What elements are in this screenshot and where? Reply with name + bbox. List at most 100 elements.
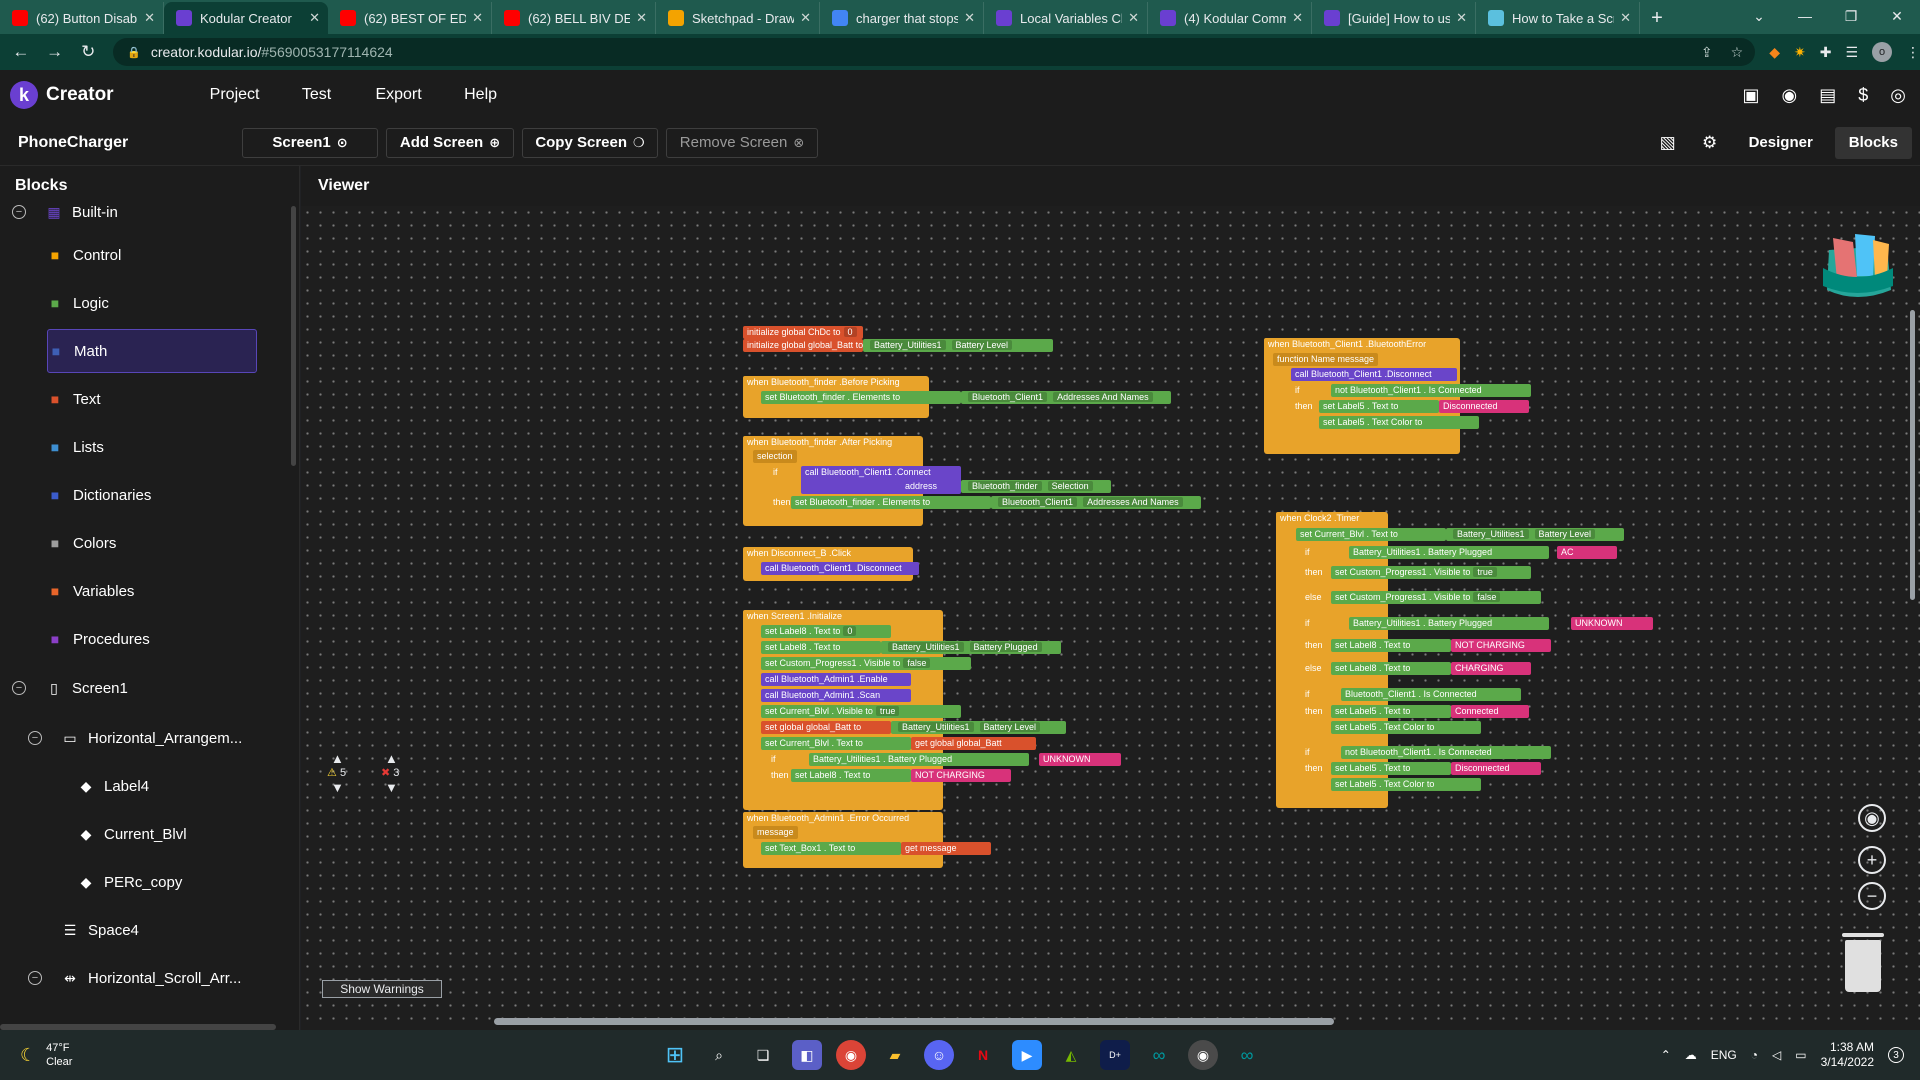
ac-string-block[interactable]: AC <box>1557 546 1617 559</box>
battery-plugged-compare[interactable]: Battery_Utilities1 . Battery Plugged <box>809 753 1029 766</box>
category-item[interactable]: ■ Procedures <box>47 617 257 661</box>
tree-item-scroll[interactable]: − ⇹ Horizontal_Scroll_Arr... <box>28 956 278 1000</box>
menu-project[interactable]: Project <box>194 86 276 104</box>
tree-item-screen1[interactable]: − ▯ Screen1 <box>12 666 252 710</box>
unknown-string-block[interactable]: UNKNOWN <box>1571 617 1653 630</box>
category-item[interactable]: ■ Control <box>47 233 257 277</box>
workspace-vertical-scrollbar[interactable] <box>1910 310 1915 600</box>
discord-icon[interactable]: ☺ <box>924 1040 954 1070</box>
connected-string-block[interactable]: Connected <box>1451 705 1529 718</box>
set-label5-block[interactable]: set Label5 . Text to <box>1319 400 1439 413</box>
extensions-puzzle-icon[interactable]: ✚ <box>1820 44 1832 61</box>
metamask-extension-icon[interactable]: ◆ <box>1769 44 1780 61</box>
init-global-batt-block[interactable]: initialize global global_Batt to <box>743 339 863 352</box>
close-tab-icon[interactable]: ✕ <box>636 10 647 26</box>
add-screen-button[interactable]: Add Screen ⊕ <box>386 127 514 158</box>
settings-gear-icon[interactable]: ⚙ <box>1693 133 1727 153</box>
chrome-active-icon[interactable]: ◉ <box>1188 1040 1218 1070</box>
set-label5-color-block[interactable]: set Label5 . Text Color to <box>1331 778 1481 791</box>
is-connected-check[interactable]: Bluetooth_Client1 . Is Connected <box>1341 688 1521 701</box>
menu-test[interactable]: Test <box>276 86 358 104</box>
close-tab-icon[interactable]: ✕ <box>309 10 320 26</box>
not-connected-check[interactable]: not Bluetooth_Client1 . Is Connected <box>1341 746 1551 759</box>
remove-screen-button[interactable]: Remove Screen ⊗ <box>666 127 818 158</box>
search-icon[interactable]: ⌕ <box>704 1040 734 1070</box>
disconnected-string-block[interactable]: Disconnected <box>1451 762 1541 775</box>
battery-plugged-compare[interactable]: Battery_Utilities1 . Battery Plugged <box>1349 546 1549 559</box>
task-view-icon[interactable]: ❏ <box>748 1040 778 1070</box>
browser-tab[interactable]: (62) BEST OF EDM ✕ <box>328 2 492 34</box>
arduino-icon[interactable]: ∞ <box>1144 1040 1174 1070</box>
zoom-out-icon[interactable]: − <box>1858 882 1886 910</box>
battery-plugged-getter[interactable]: Battery_Utilities1 Battery Plugged <box>881 641 1061 654</box>
tree-item-component[interactable]: ◆ Label4 <box>78 764 268 808</box>
volume-icon[interactable]: ◁ <box>1772 1048 1781 1062</box>
set-blvl-text-block[interactable]: set Current_Blvl . Text to <box>1296 528 1446 541</box>
tree-item-component[interactable]: ◆ Current_Blvl <box>78 812 268 856</box>
battery-level-getter[interactable]: Battery_Utilities1 Battery Level <box>863 339 1053 352</box>
category-item[interactable]: ■ Dictionaries <box>47 473 257 517</box>
browser-tab[interactable]: (4) Kodular Comm ✕ <box>1148 2 1312 34</box>
not-connected-check[interactable]: not Bluetooth_Client1 . Is Connected <box>1331 384 1531 397</box>
not-charging-string-block[interactable]: NOT CHARGING <box>911 769 1011 782</box>
browser-tab[interactable]: charger that stops ✕ <box>820 2 984 34</box>
browser-tab[interactable]: [Guide] How to use ✕ <box>1312 2 1476 34</box>
gallery-icon[interactable]: ▧ <box>1651 133 1685 153</box>
file-explorer-icon[interactable]: ▰ <box>880 1040 910 1070</box>
set-elements-block[interactable]: set Bluetooth_finder . Elements to <box>791 496 991 509</box>
category-item[interactable]: ■ Text <box>47 377 257 421</box>
share-icon[interactable]: ⇪ <box>1701 44 1713 61</box>
nvidia-icon[interactable]: ◭ <box>1056 1040 1086 1070</box>
set-label8-block[interactable]: set Label8 . Text to <box>1331 662 1451 675</box>
set-blvl-visible-block[interactable]: set Current_Blvl . Visible to true <box>761 705 961 718</box>
admin-enable-call[interactable]: call Bluetooth_Admin1 .Enable <box>761 673 911 686</box>
show-warnings-button[interactable]: Show Warnings <box>322 980 442 998</box>
close-tab-icon[interactable]: ✕ <box>472 10 483 26</box>
profile-avatar[interactable]: o <box>1872 42 1892 62</box>
tree-item-builtin[interactable]: − ▦ Built-in <box>12 190 252 234</box>
tree-item-space[interactable]: ☰ Space4 <box>62 908 262 952</box>
set-textbox-block[interactable]: set Text_Box1 . Text to <box>761 842 901 855</box>
kodular-logo[interactable]: k Creator <box>10 81 114 109</box>
error-up-arrow[interactable]: ▲ <box>385 751 398 766</box>
close-window-button[interactable]: ✕ <box>1874 0 1920 32</box>
sun-extension-icon[interactable]: ✷ <box>1794 44 1806 61</box>
set-progress-visible-block[interactable]: set Custom_Progress1 . Visible to false <box>1331 591 1541 604</box>
selection-getter[interactable]: Bluetooth_finder Selection <box>961 480 1111 493</box>
close-tab-icon[interactable]: ✕ <box>1620 10 1631 26</box>
close-tab-icon[interactable]: ✕ <box>144 10 155 26</box>
close-tab-icon[interactable]: ✕ <box>1292 10 1303 26</box>
bookmark-star-icon[interactable]: ☆ <box>1731 44 1744 61</box>
browser-tab[interactable]: Kodular Creator ✕ <box>164 2 328 34</box>
set-progress-visible-block[interactable]: set Custom_Progress1 . Visible to true <box>1331 566 1531 579</box>
menu-help[interactable]: Help <box>440 86 522 104</box>
battery-plugged-compare[interactable]: Battery_Utilities1 . Battery Plugged <box>1349 617 1549 630</box>
copy-screen-button[interactable]: Copy Screen ❍ <box>522 127 658 158</box>
disney-plus-icon[interactable]: D+ <box>1100 1040 1130 1070</box>
tray-chevron-icon[interactable]: ⌃ <box>1661 1048 1671 1062</box>
set-label8-block[interactable]: set Label8 . Text to <box>761 641 881 654</box>
account-icon[interactable]: ◎ <box>1890 85 1906 106</box>
disconnect-call-block[interactable]: call Bluetooth_Client1 .Disconnect <box>761 562 919 575</box>
collapse-toggle-icon[interactable]: − <box>28 731 42 745</box>
not-charging-string-block[interactable]: NOT CHARGING <box>1451 639 1551 652</box>
tree-item-component[interactable]: ◆ PERc_copy <box>78 860 268 904</box>
close-tab-icon[interactable]: ✕ <box>964 10 975 26</box>
url-bar[interactable]: 🔒 creator.kodular.io/ #5690053177114624 … <box>113 38 1756 66</box>
set-label8-block[interactable]: set Label8 . Text to <box>1331 639 1451 652</box>
browser-tab[interactable]: Local Variables Clo ✕ <box>984 2 1148 34</box>
designer-tab[interactable]: Designer <box>1735 127 1827 159</box>
restore-button[interactable]: ❐ <box>1828 0 1874 32</box>
battery-level-getter[interactable]: Battery_Utilities1 Battery Level <box>1446 528 1624 541</box>
collapse-toggle-icon[interactable]: − <box>28 971 42 985</box>
set-label5-color-block[interactable]: set Label5 . Text Color to <box>1319 416 1479 429</box>
battery-level-getter[interactable]: Battery_Utilities1 Battery Level <box>891 721 1066 734</box>
reading-list-icon[interactable]: ☰ <box>1845 44 1858 61</box>
windows-start-icon[interactable]: ⊞ <box>660 1040 690 1070</box>
set-elements-block[interactable]: set Bluetooth_finder . Elements to <box>761 391 961 404</box>
trash-can-icon[interactable] <box>1842 933 1884 992</box>
weather-widget[interactable]: ☾ 47°F Clear <box>20 1041 72 1069</box>
sidebar-scrollbar[interactable] <box>291 206 296 466</box>
category-item[interactable]: ■ Math <box>47 329 257 373</box>
admin-scan-call[interactable]: call Bluetooth_Admin1 .Scan <box>761 689 911 702</box>
